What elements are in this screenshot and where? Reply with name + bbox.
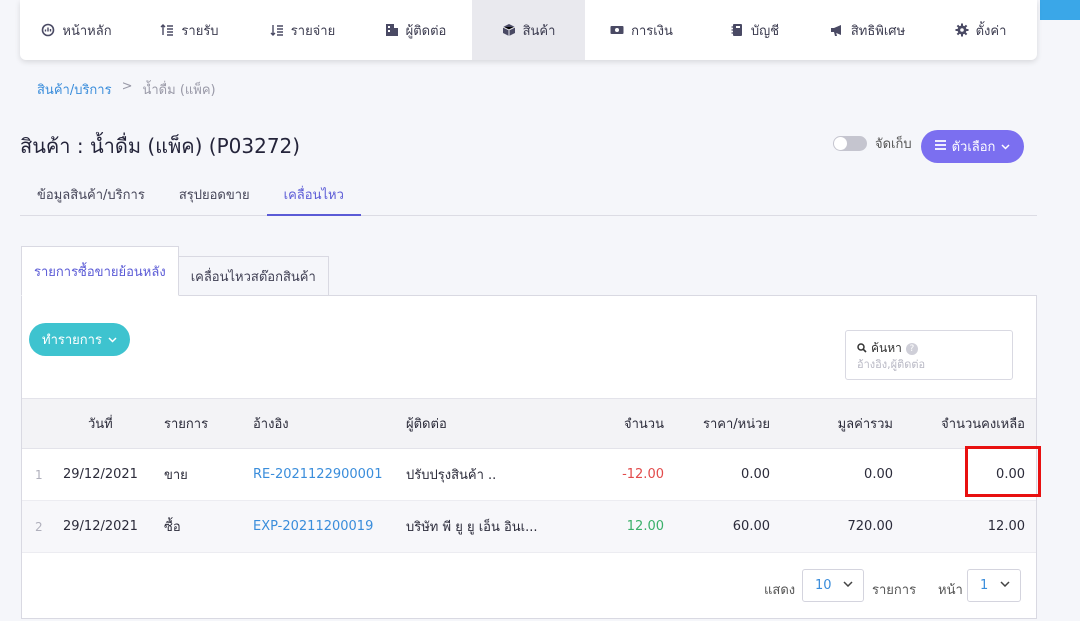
archive-toggle[interactable] bbox=[833, 136, 867, 151]
page-value: 1 bbox=[980, 578, 989, 593]
tab-transaction-history[interactable]: รายการซื้อขายย้อนหลัง bbox=[21, 246, 179, 296]
archive-toggle-group: จัดเก็บ bbox=[833, 133, 912, 154]
search-label: ค้นหา bbox=[871, 341, 902, 355]
row-quantity: -12.00 bbox=[622, 467, 664, 482]
table-row[interactable]: 1 29/12/2021 ขาย RE-2021122900001 ปรับปร… bbox=[22, 449, 1036, 501]
search-input[interactable] bbox=[857, 358, 1007, 371]
panel-tabs: รายการซื้อขายย้อนหลัง เคลื่อนไหวสต๊อกสิน… bbox=[21, 246, 329, 296]
row-total: 0.00 bbox=[864, 467, 893, 482]
row-reference-link[interactable]: RE-2021122900001 bbox=[253, 449, 382, 500]
breadcrumb-parent-link[interactable]: สินค้า/บริการ bbox=[37, 79, 112, 100]
pagination-show-label: แสดง bbox=[764, 583, 796, 598]
search-label-group: ค้นหา ? bbox=[857, 339, 918, 358]
row-date: 29/12/2021 bbox=[63, 467, 138, 482]
row-reference-link[interactable]: EXP-20211200019 bbox=[253, 501, 373, 552]
nav-label: หน้าหลัก bbox=[62, 23, 112, 39]
options-button[interactable]: ตัวเลือก bbox=[921, 130, 1024, 163]
megaphone-icon bbox=[830, 23, 844, 37]
breadcrumb: สินค้า/บริการ > น้ำดื่ม (แพ็ค) bbox=[37, 79, 216, 100]
row-number: 2 bbox=[35, 519, 43, 534]
pagination-items-label: รายการ bbox=[872, 583, 917, 598]
nav-item-home[interactable]: หน้าหลัก bbox=[20, 0, 133, 60]
nav-item-income[interactable]: รายรับ bbox=[133, 0, 246, 60]
gear-icon bbox=[955, 23, 969, 37]
header-total[interactable]: มูลค่ารวม bbox=[782, 399, 893, 448]
nav-item-privileges[interactable]: สิทธิพิเศษ bbox=[811, 0, 924, 60]
nav-item-expense[interactable]: รายจ่าย bbox=[246, 0, 359, 60]
row-number: 1 bbox=[35, 467, 43, 482]
tab-stock-movement[interactable]: เคลื่อนไหวสต๊อกสินค้า bbox=[177, 256, 329, 296]
remaining-highlight-box bbox=[965, 446, 1041, 497]
row-quantity: 12.00 bbox=[626, 519, 664, 534]
nav-item-accounting[interactable]: บัญชี bbox=[698, 0, 811, 60]
nav-label: การเงิน bbox=[631, 23, 673, 39]
nav-label: สิทธิพิเศษ bbox=[850, 23, 906, 39]
nav-label: รายรับ bbox=[181, 23, 219, 39]
search-box: ค้นหา ? bbox=[845, 330, 1013, 380]
top-accent-stripe bbox=[1040, 0, 1080, 20]
nav-item-contacts[interactable]: ผู้ติดต่อ bbox=[359, 0, 472, 60]
row-remaining: 12.00 bbox=[987, 519, 1025, 534]
chevron-down-icon bbox=[843, 580, 853, 591]
main-nav: หน้าหลัก รายรับ รายจ่าย ผู้ติดต่อ สินค้า… bbox=[20, 0, 1037, 60]
search-icon bbox=[857, 342, 867, 356]
transactions-panel: ทำรายการ ค้นหา ? วันที่ รายการ อ้างอิง ผ… bbox=[21, 295, 1041, 619]
nav-label: บัญชี bbox=[750, 23, 780, 39]
create-transaction-button[interactable]: ทำรายการ bbox=[29, 323, 130, 356]
menu-icon bbox=[934, 139, 946, 154]
help-icon[interactable]: ? bbox=[905, 342, 918, 355]
row-contact: บริษัท พี ยู ยู เอ็น อินเ... bbox=[406, 520, 538, 535]
nav-label: ตั้งค่า bbox=[975, 23, 1007, 39]
dashboard-icon bbox=[41, 23, 55, 37]
row-type: ซื้อ bbox=[164, 520, 181, 535]
header-contact[interactable]: ผู้ติดต่อ bbox=[406, 399, 447, 448]
pagination: แสดง 10 รายการ หน้า 1 bbox=[22, 552, 1036, 618]
pagination-page-label: หน้า bbox=[938, 583, 963, 598]
breadcrumb-separator: > bbox=[121, 79, 133, 94]
chevron-down-icon bbox=[1001, 139, 1010, 154]
table-row[interactable]: 2 29/12/2021 ซื้อ EXP-20211200019 บริษัท… bbox=[22, 501, 1036, 553]
table-header: วันที่ รายการ อ้างอิง ผู้ติดต่อ จำนวน รา… bbox=[22, 398, 1036, 449]
nav-item-products[interactable]: สินค้า bbox=[472, 0, 585, 60]
detail-tabs: ข้อมูลสินค้า/บริการ สรุปยอดขาย เคลื่อนไห… bbox=[20, 178, 1037, 216]
header-type[interactable]: รายการ bbox=[164, 399, 208, 448]
expense-icon bbox=[270, 23, 284, 37]
ledger-icon bbox=[730, 23, 744, 37]
archive-toggle-label: จัดเก็บ bbox=[875, 137, 912, 152]
row-type: ขาย bbox=[164, 468, 188, 483]
action-button-label: ทำรายการ bbox=[42, 333, 102, 348]
page-title: สินค้า : น้ำดื่ม (แพ็ค) (P03272) bbox=[20, 134, 301, 158]
row-date: 29/12/2021 bbox=[63, 519, 138, 534]
page-select[interactable]: 1 bbox=[967, 569, 1021, 602]
nav-label: ผู้ติดต่อ bbox=[405, 23, 447, 39]
nav-label: รายจ่าย bbox=[290, 23, 336, 39]
header-remaining[interactable]: จำนวนคงเหลือ bbox=[902, 399, 1025, 448]
chevron-down-icon bbox=[108, 332, 117, 347]
box-icon bbox=[502, 23, 516, 37]
nav-label: สินค้า bbox=[522, 23, 556, 39]
tab-movement[interactable]: เคลื่อนไหว bbox=[266, 178, 361, 216]
contacts-icon bbox=[385, 23, 399, 37]
row-total: 720.00 bbox=[847, 519, 894, 534]
transactions-table: วันที่ รายการ อ้างอิง ผู้ติดต่อ จำนวน รา… bbox=[22, 398, 1036, 553]
income-icon bbox=[160, 23, 174, 37]
chevron-down-icon bbox=[1000, 580, 1010, 591]
breadcrumb-current: น้ำดื่ม (แพ็ค) bbox=[142, 83, 216, 98]
nav-item-finance[interactable]: การเงิน bbox=[585, 0, 698, 60]
header-unit-price[interactable]: ราคา/หน่วย bbox=[670, 399, 770, 448]
per-page-value: 10 bbox=[815, 578, 832, 593]
tab-product-info[interactable]: ข้อมูลสินค้า/บริการ bbox=[20, 178, 162, 216]
row-unit-price: 0.00 bbox=[741, 467, 770, 482]
per-page-select[interactable]: 10 bbox=[802, 569, 864, 602]
money-icon bbox=[610, 23, 624, 37]
header-date[interactable]: วันที่ bbox=[88, 399, 113, 448]
tab-sales-summary[interactable]: สรุปยอดขาย bbox=[162, 178, 267, 216]
row-contact: ปรับปรุงสินค้า .. bbox=[406, 468, 497, 483]
options-button-label: ตัวเลือก bbox=[951, 140, 996, 155]
header-quantity[interactable]: จำนวน bbox=[582, 399, 664, 448]
header-reference[interactable]: อ้างอิง bbox=[253, 399, 289, 448]
nav-item-settings[interactable]: ตั้งค่า bbox=[924, 0, 1037, 60]
row-unit-price: 60.00 bbox=[732, 519, 770, 534]
